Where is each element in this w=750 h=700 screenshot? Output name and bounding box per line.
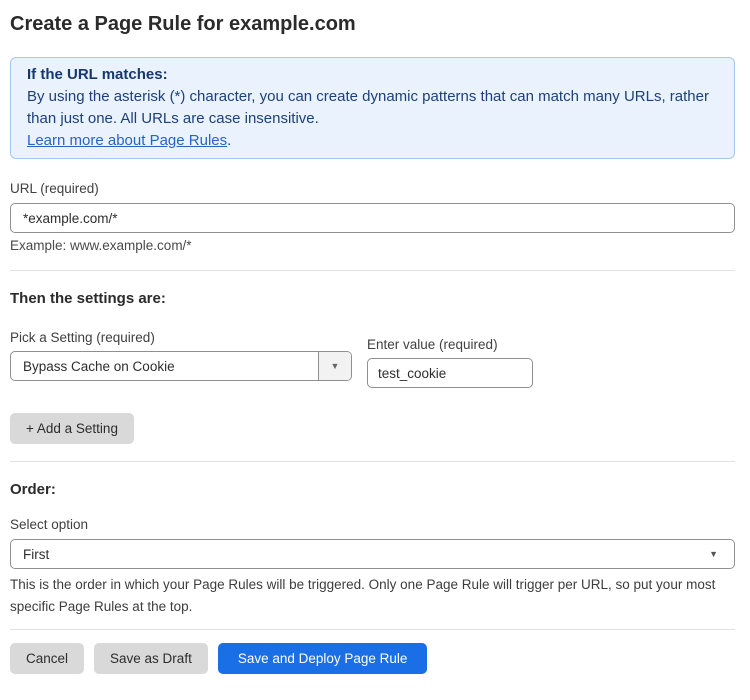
setting-value-input[interactable]	[367, 358, 533, 388]
save-draft-button[interactable]: Save as Draft	[94, 643, 208, 674]
order-section-heading: Order:	[10, 481, 735, 499]
info-box-body: By using the asterisk (*) character, you…	[27, 86, 718, 130]
url-match-info-box: If the URL matches: By using the asteris…	[10, 57, 735, 159]
create-page-rule-panel: Create a Page Rule for example.com If th…	[0, 12, 750, 674]
url-input[interactable]	[10, 203, 735, 233]
order-select-label: Select option	[10, 517, 735, 533]
enter-value-label: Enter value (required)	[367, 337, 533, 353]
settings-section-heading: Then the settings are:	[10, 290, 735, 308]
learn-more-link[interactable]: Learn more about Page Rules	[27, 132, 227, 149]
divider	[10, 270, 735, 271]
url-helper-text: Example: www.example.com/*	[10, 239, 735, 253]
info-box-heading: If the URL matches:	[27, 64, 718, 86]
cancel-button[interactable]: Cancel	[10, 643, 84, 674]
add-setting-button[interactable]: + Add a Setting	[10, 413, 134, 444]
chevron-down-icon: ▼	[709, 549, 718, 559]
pick-setting-label: Pick a Setting (required)	[10, 330, 352, 346]
save-deploy-button[interactable]: Save and Deploy Page Rule	[218, 643, 428, 674]
setting-value-column: Enter value (required)	[367, 337, 533, 388]
page-title: Create a Page Rule for example.com	[10, 12, 735, 36]
divider	[10, 629, 735, 630]
settings-row: Pick a Setting (required) Bypass Cache o…	[10, 330, 735, 388]
link-suffix-text: .	[227, 132, 231, 149]
order-select-value: First	[23, 547, 49, 562]
footer-actions: Cancel Save as Draft Save and Deploy Pag…	[10, 643, 735, 674]
url-label: URL (required)	[10, 181, 735, 197]
chevron-down-icon: ▼	[318, 352, 351, 380]
divider	[10, 461, 735, 462]
setting-select[interactable]: Bypass Cache on Cookie ▼	[10, 351, 352, 381]
info-box-link-line: Learn more about Page Rules.	[27, 130, 718, 152]
order-select[interactable]: First ▼	[10, 539, 735, 569]
setting-select-value: Bypass Cache on Cookie	[11, 352, 318, 380]
setting-picker-column: Pick a Setting (required) Bypass Cache o…	[10, 330, 352, 381]
order-helper-text: This is the order in which your Page Rul…	[10, 574, 730, 618]
